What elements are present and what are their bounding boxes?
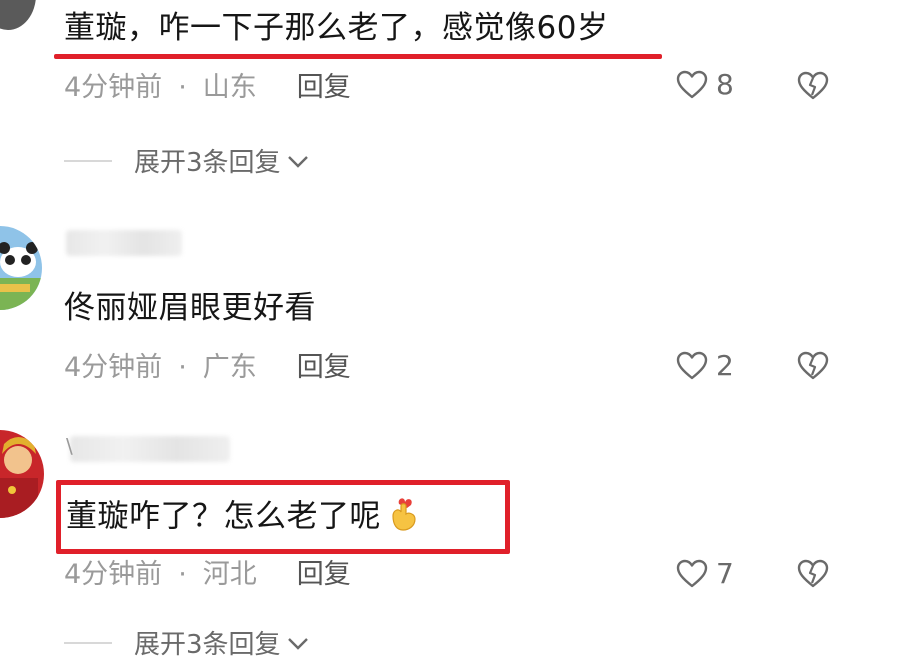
reply-button[interactable]: 回复 xyxy=(297,559,351,590)
highlight-underline xyxy=(54,54,662,59)
reply-button[interactable]: 回复 xyxy=(297,72,351,103)
meta-separator: · xyxy=(178,559,187,590)
avatar[interactable] xyxy=(0,226,42,310)
username-fragment: \ xyxy=(66,434,73,458)
comment-location: 河北 xyxy=(202,559,257,590)
like-button[interactable]: 8 xyxy=(676,68,734,101)
chevron-down-icon xyxy=(287,628,309,658)
like-button[interactable]: 2 xyxy=(676,349,734,382)
comment-location: 山东 xyxy=(202,72,257,103)
reply-button[interactable]: 回复 xyxy=(297,352,351,383)
comment-time: 4分钟前 xyxy=(64,352,163,383)
like-count: 7 xyxy=(716,557,734,590)
comment-time: 4分钟前 xyxy=(64,559,163,590)
avatar[interactable] xyxy=(0,430,44,518)
panda-avatar-icon xyxy=(0,242,42,310)
comment-time: 4分钟前 xyxy=(64,72,163,103)
like-button[interactable]: 7 xyxy=(676,557,734,590)
dislike-button[interactable] xyxy=(796,350,830,382)
broken-heart-icon xyxy=(796,558,830,590)
comment-meta: 4分钟前 · 广东 回复 xyxy=(64,350,351,386)
heart-outline-icon xyxy=(676,559,708,589)
like-count: 2 xyxy=(716,349,734,382)
like-count: 8 xyxy=(716,68,734,101)
heart-outline-icon xyxy=(676,70,708,100)
comment-meta: 4分钟前 · 山东 回复 xyxy=(64,70,351,106)
highlight-box xyxy=(56,480,510,554)
character-avatar-icon xyxy=(0,437,38,518)
expand-replies-button[interactable]: 展开3条回复 xyxy=(64,624,309,661)
username-redacted xyxy=(70,436,230,462)
dislike-button[interactable] xyxy=(796,70,830,102)
heart-outline-icon xyxy=(676,351,708,381)
dislike-button[interactable] xyxy=(796,558,830,590)
comment-location: 广东 xyxy=(202,352,257,383)
comment-meta: 4分钟前 · 河北 回复 xyxy=(64,557,351,593)
comment-text: 佟丽娅眉眼更好看 xyxy=(64,290,316,326)
comment-text: 董璇，咋一下子那么老了，感觉像60岁 xyxy=(64,10,609,46)
divider xyxy=(64,159,112,162)
meta-separator: · xyxy=(178,352,187,383)
avatar[interactable] xyxy=(0,0,36,30)
chevron-down-icon xyxy=(287,146,309,176)
username-redacted xyxy=(66,230,182,256)
expand-replies-button[interactable]: 展开3条回复 xyxy=(64,142,309,179)
expand-replies-label: 展开3条回复 xyxy=(134,630,281,660)
expand-replies-label: 展开3条回复 xyxy=(134,148,281,178)
meta-separator: · xyxy=(178,72,187,103)
broken-heart-icon xyxy=(796,70,830,102)
broken-heart-icon xyxy=(796,350,830,382)
